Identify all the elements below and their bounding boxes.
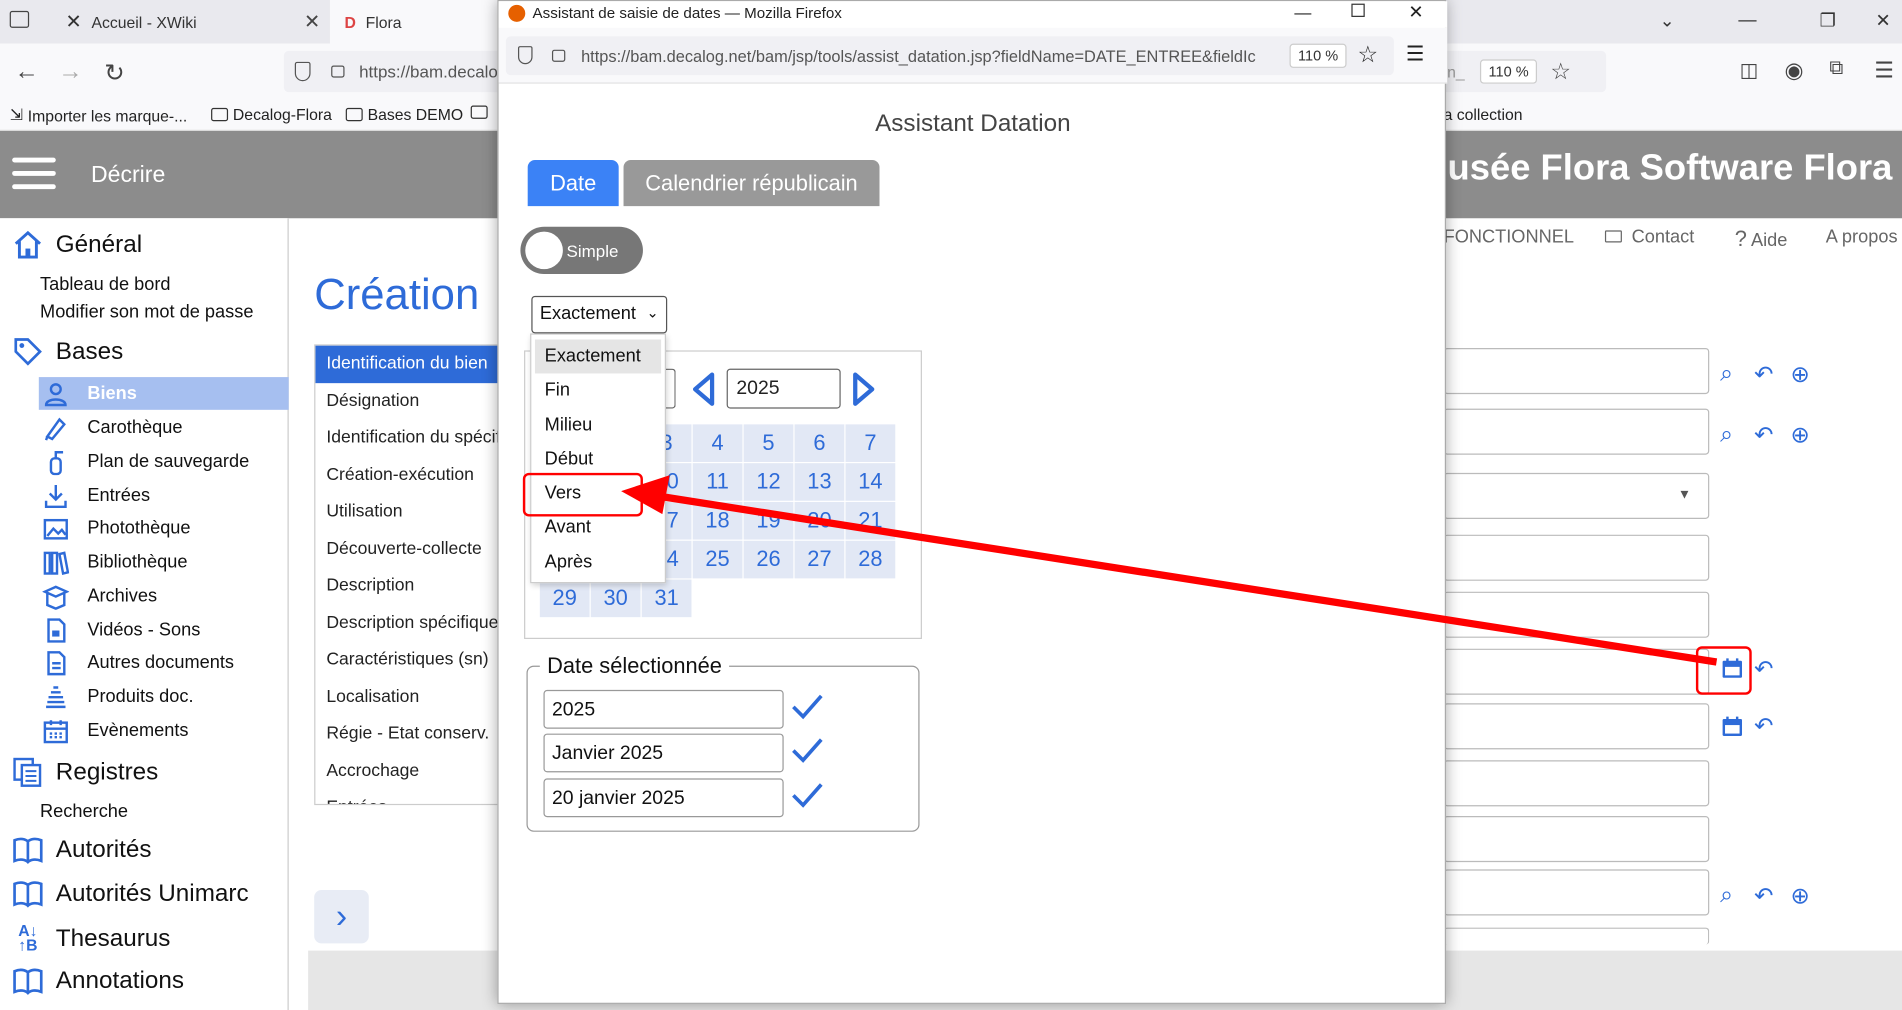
annotation-arrow [621, 475, 1718, 666]
